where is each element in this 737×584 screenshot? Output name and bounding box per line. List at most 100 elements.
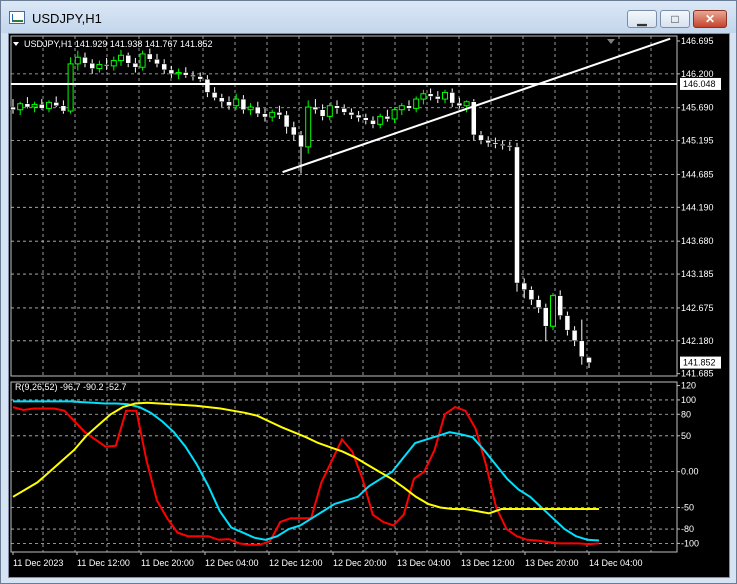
candle-body	[132, 62, 139, 68]
candle-body	[521, 282, 527, 290]
candle-body	[219, 97, 225, 102]
candle-body	[384, 116, 391, 120]
dropdown-triangle-icon[interactable]	[13, 42, 19, 46]
candle-body	[197, 76, 203, 80]
time-tick-label: 11 Dec 20:00	[141, 558, 194, 568]
candle-body	[557, 295, 563, 316]
candle-body	[24, 103, 31, 108]
price-tick-label: 142.675	[681, 303, 714, 313]
candle-body	[175, 72, 182, 75]
candle-body	[391, 109, 398, 120]
candle-body	[564, 315, 571, 331]
indicator-tick-label: 50	[681, 431, 691, 441]
indicator-tick-label: -100	[681, 538, 699, 548]
candle-body	[485, 140, 491, 144]
candle-body	[10, 106, 16, 110]
candle-body	[492, 142, 499, 145]
candle-body	[53, 102, 59, 106]
trend-line[interactable]	[282, 37, 671, 174]
price-tick-label: 144.190	[681, 202, 714, 212]
price-tick-label: 146.695	[681, 36, 714, 46]
indicator-tick-label: 100	[681, 395, 696, 405]
price-pane-frame	[10, 35, 678, 377]
candle-body	[456, 102, 463, 106]
candle-body	[420, 93, 427, 100]
time-tick-label: 13 Dec 20:00	[525, 558, 579, 568]
close-icon: ✕	[704, 12, 716, 26]
candle-body	[334, 105, 340, 109]
close-button[interactable]: ✕	[693, 10, 727, 28]
candle-body	[240, 98, 247, 110]
window-title: USDJPY,H1	[32, 11, 102, 26]
candle-body	[377, 115, 384, 125]
chart-area[interactable]: USDJPY,H1 141.929 141.938 141.767 141.85…	[8, 33, 730, 578]
chart-canvas[interactable]: USDJPY,H1 141.929 141.938 141.767 141.85…	[9, 34, 729, 577]
indicator-axis: 120 100 80 50 0.00 -50 -80 -100	[677, 381, 699, 548]
candle-body	[370, 120, 376, 125]
candle-body	[276, 112, 283, 116]
candle-body	[442, 91, 448, 100]
candle-body	[550, 295, 556, 327]
candle-body	[579, 340, 585, 357]
candle-body	[67, 63, 74, 112]
candle-body	[39, 104, 45, 109]
maximize-button[interactable]: □	[660, 10, 690, 28]
current-price-label: 141.852	[683, 358, 716, 368]
shift-marker-icon[interactable]	[607, 39, 615, 44]
candle-body	[255, 106, 261, 114]
price-tick-label: 146.200	[681, 69, 714, 79]
time-tick-label: 12 Dec 12:00	[269, 558, 323, 568]
candle-body	[154, 58, 160, 65]
candle-body	[110, 60, 117, 67]
candle-body	[463, 101, 470, 107]
price-tick-label: 145.195	[681, 136, 714, 146]
indicator-tick-label: 80	[681, 409, 691, 419]
time-tick-label: 13 Dec 12:00	[461, 558, 515, 568]
chart-app-icon	[9, 11, 25, 24]
time-axis: 11 Dec 2023 11 Dec 12:00 11 Dec 20:00 12 De…	[12, 552, 643, 568]
candle-body	[74, 56, 81, 65]
minimize-icon: ▁	[637, 12, 647, 26]
candle-body	[118, 54, 124, 62]
price-tick-label: 144.685	[681, 169, 714, 179]
candle-body	[89, 62, 95, 69]
candle-body	[413, 98, 420, 109]
candle-body	[398, 105, 405, 111]
price-tick-label: 142.180	[681, 336, 714, 346]
indicator-grid	[10, 381, 678, 553]
candle-body	[406, 105, 412, 109]
candle-body	[535, 299, 542, 308]
candle-body	[190, 74, 196, 77]
candle-body	[161, 63, 167, 71]
price-tick-label: 143.185	[681, 269, 714, 279]
title-bar[interactable]: USDJPY,H1 ▁ □ ✕	[1, 1, 736, 33]
candle-body	[435, 96, 441, 100]
time-tick-label: 11 Dec 12:00	[77, 558, 130, 568]
candle-body	[125, 55, 131, 64]
candle-body	[319, 109, 326, 117]
candle-body	[363, 117, 369, 121]
candle-body	[283, 114, 290, 128]
hline-price-label: 146.048	[683, 79, 716, 89]
candle-body	[139, 53, 146, 68]
indicator-tick-label: -80	[681, 524, 694, 534]
time-tick-label: 12 Dec 04:00	[205, 558, 259, 568]
indicator-tick-label: -50	[681, 503, 694, 513]
candle-body	[82, 57, 88, 64]
candle-body	[341, 108, 347, 113]
candle-body	[312, 106, 319, 110]
indicator-line-red	[12, 405, 600, 546]
time-tick-label: 12 Dec 20:00	[333, 558, 387, 568]
candle-body	[571, 329, 578, 342]
candle-body	[449, 92, 455, 104]
minimize-button[interactable]: ▁	[627, 10, 657, 28]
candle-body	[348, 112, 355, 116]
candle-body	[499, 143, 506, 146]
candle-body	[96, 64, 103, 70]
candle-body	[291, 126, 297, 136]
time-tick-label: 14 Dec 04:00	[589, 558, 643, 568]
candle-body	[168, 69, 175, 75]
candle-body	[269, 111, 276, 118]
candle-body	[226, 101, 232, 106]
candle-body	[478, 134, 484, 141]
